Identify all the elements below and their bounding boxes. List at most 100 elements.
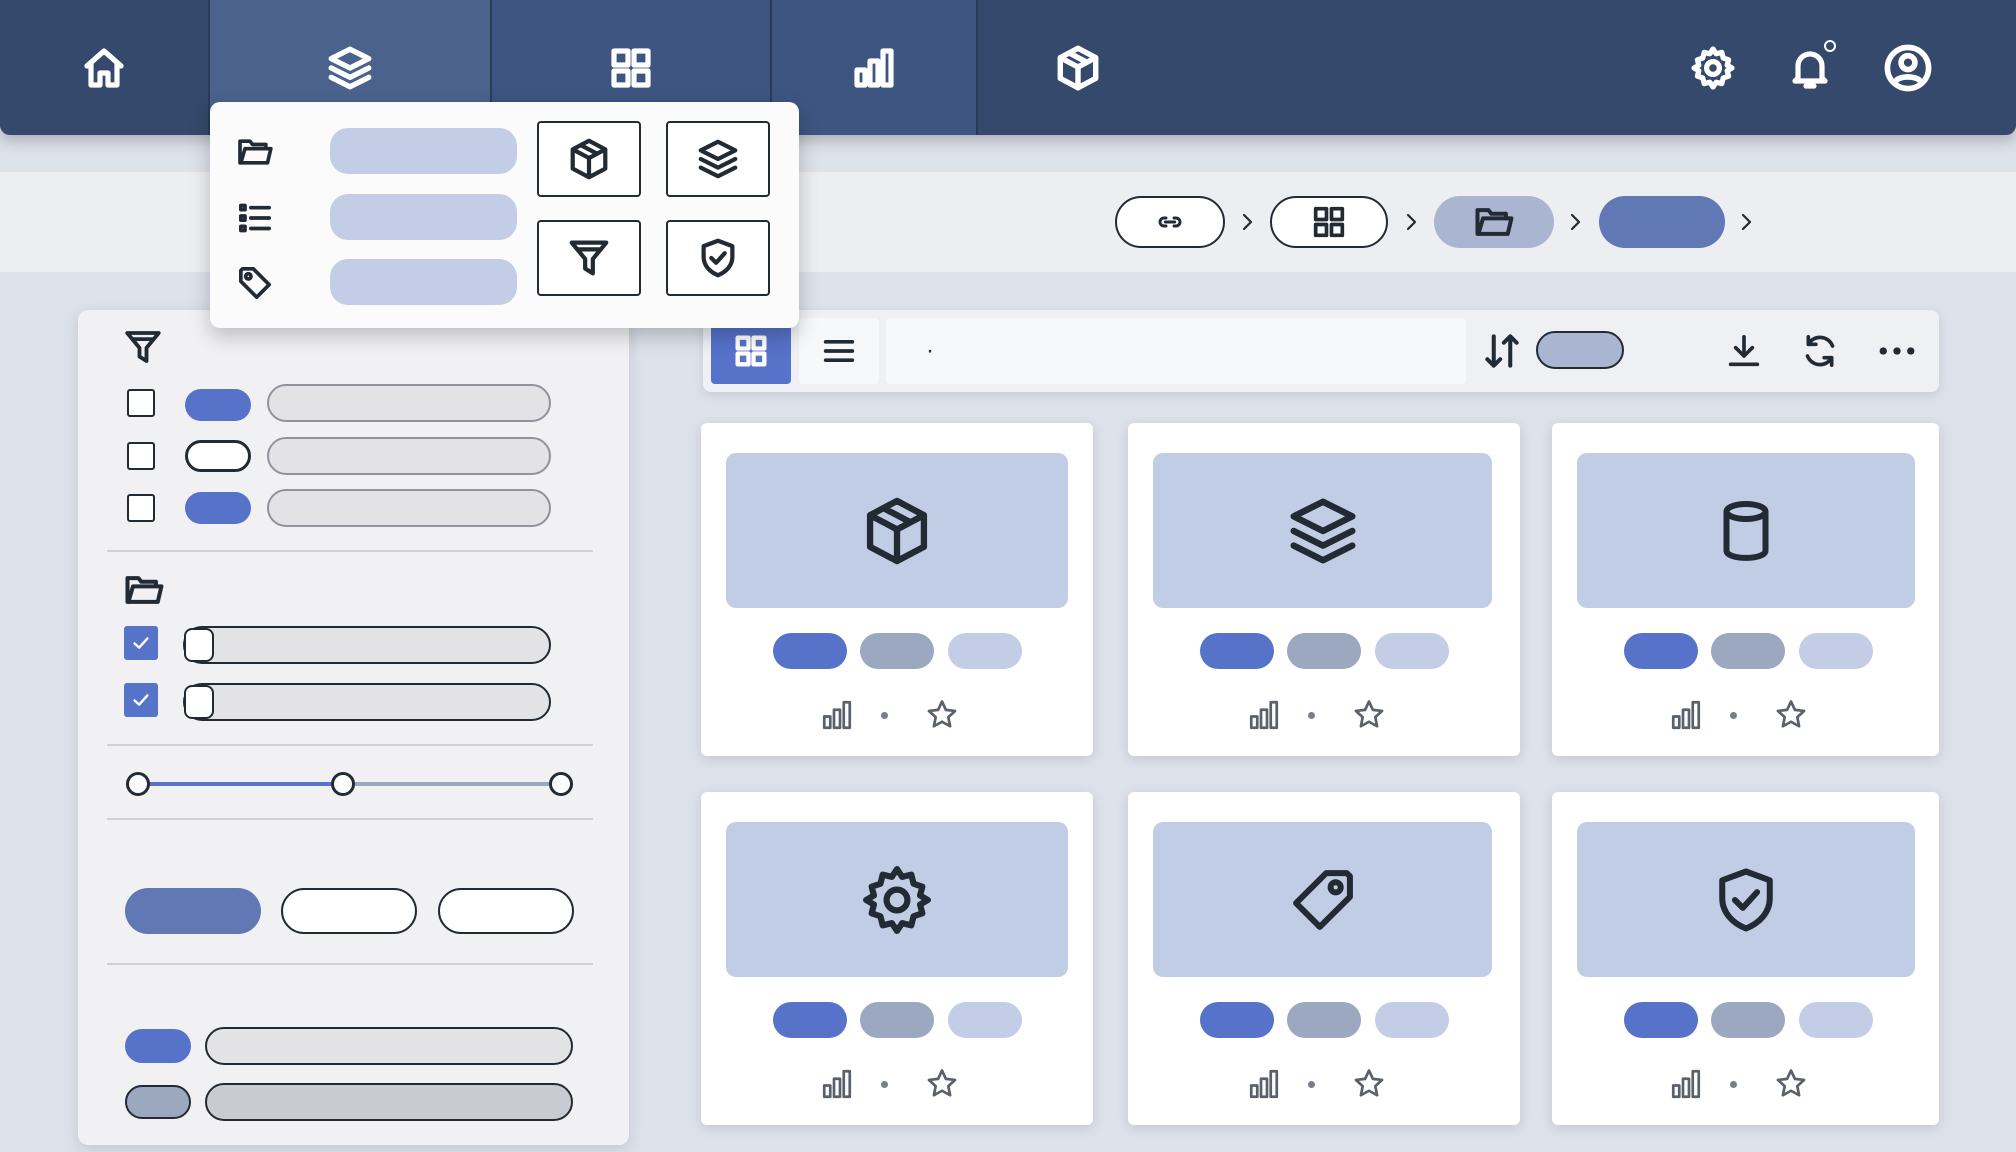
menu-item-folders[interactable] — [235, 128, 517, 176]
filter-checkbox[interactable] — [127, 389, 155, 417]
option-field[interactable] — [205, 1027, 573, 1065]
card-tag[interactable] — [860, 633, 934, 669]
list-view-button[interactable] — [799, 318, 879, 384]
item-card[interactable] — [1552, 792, 1939, 1125]
card-tag[interactable] — [1624, 1002, 1698, 1038]
filter-field[interactable] — [267, 437, 551, 475]
star-icon[interactable] — [1773, 697, 1809, 733]
card-tag[interactable] — [773, 1002, 847, 1038]
range-handle[interactable] — [184, 628, 214, 662]
card-tag[interactable] — [860, 1002, 934, 1038]
home-icon — [84, 47, 124, 88]
menu-tile-layers[interactable] — [666, 121, 770, 197]
star-icon[interactable] — [1351, 1066, 1387, 1102]
slider-value-knob[interactable] — [331, 772, 355, 796]
star-icon[interactable] — [924, 697, 960, 733]
menu-tile-package[interactable] — [537, 121, 641, 197]
card-thumbnail — [726, 822, 1068, 977]
star-icon[interactable] — [924, 1066, 960, 1102]
card-tag[interactable] — [948, 633, 1022, 669]
search-field[interactable] — [886, 318, 1466, 384]
filter-checkbox[interactable] — [127, 442, 155, 470]
slider-max-knob[interactable] — [549, 772, 573, 796]
notifications-button[interactable] — [1780, 0, 1840, 135]
search-input[interactable] — [886, 318, 1466, 384]
shield-check-icon — [1719, 867, 1773, 932]
more-button[interactable] — [1864, 318, 1930, 384]
filter-checkbox-checked[interactable] — [124, 683, 158, 717]
card-tag[interactable] — [773, 633, 847, 669]
menu-item-list[interactable] — [235, 194, 517, 242]
bar-chart-icon — [822, 700, 852, 730]
card-tag[interactable] — [1200, 1002, 1274, 1038]
option-field[interactable] — [205, 1083, 573, 1121]
breadcrumb-item-grid[interactable] — [1270, 196, 1388, 248]
slider-min-knob[interactable] — [126, 772, 150, 796]
item-card[interactable] — [701, 792, 1093, 1125]
menu-tile-filter[interactable] — [537, 220, 641, 296]
refresh-button[interactable] — [1789, 318, 1851, 384]
tag-icon — [1292, 869, 1353, 930]
sort-selector[interactable] — [1536, 331, 1624, 369]
segment-button-selected[interactable] — [125, 888, 261, 934]
option-chip[interactable] — [125, 1029, 191, 1063]
segment-button[interactable] — [281, 888, 417, 934]
item-card[interactable] — [1128, 423, 1520, 756]
card-tag[interactable] — [1375, 633, 1449, 669]
card-tag[interactable] — [948, 1002, 1022, 1038]
divider — [107, 744, 593, 746]
filter-checkbox[interactable] — [127, 494, 155, 522]
sort-icon — [1485, 334, 1519, 368]
card-meta — [819, 1066, 960, 1102]
menu-lines-icon — [823, 340, 855, 362]
settings-button[interactable] — [1683, 0, 1743, 135]
card-tag[interactable] — [1711, 1002, 1785, 1038]
card-meta — [1668, 1066, 1809, 1102]
card-meta — [1246, 697, 1387, 733]
folder-icon — [125, 576, 164, 604]
nav-tab-analytics[interactable] — [772, 0, 978, 135]
profile-button[interactable] — [1878, 0, 1938, 135]
breadcrumb-item-link[interactable] — [1115, 196, 1225, 248]
option-chip[interactable] — [125, 1085, 191, 1119]
breadcrumb-item-folder[interactable] — [1434, 196, 1554, 248]
segment-button[interactable] — [438, 888, 574, 934]
menu-tile-security[interactable] — [666, 220, 770, 296]
download-button[interactable] — [1713, 318, 1775, 384]
gear-icon — [1691, 45, 1735, 90]
item-card[interactable] — [1128, 792, 1520, 1125]
range-field[interactable] — [183, 626, 551, 664]
card-tag[interactable] — [1287, 1002, 1361, 1038]
sort-button[interactable] — [1471, 318, 1533, 384]
card-tag[interactable] — [1799, 633, 1873, 669]
divider — [107, 550, 593, 552]
star-icon[interactable] — [1773, 1066, 1809, 1102]
range-field[interactable] — [183, 683, 551, 721]
menu-item-tags[interactable] — [235, 259, 517, 307]
item-card[interactable] — [701, 423, 1093, 756]
filter-field[interactable] — [267, 384, 551, 422]
card-tag[interactable] — [1799, 1002, 1873, 1038]
card-tag[interactable] — [1711, 633, 1785, 669]
filter-field[interactable] — [267, 489, 551, 527]
range-handle[interactable] — [184, 685, 214, 719]
card-thumbnail — [1577, 822, 1915, 977]
filter-chip[interactable] — [185, 440, 251, 472]
card-tag[interactable] — [1375, 1002, 1449, 1038]
nav-tab-packages[interactable] — [978, 0, 1178, 135]
star-icon[interactable] — [1351, 697, 1387, 733]
divider — [107, 818, 593, 820]
package-icon — [866, 497, 928, 564]
shield-check-icon — [701, 238, 735, 278]
meta-separator — [881, 1080, 888, 1088]
item-card[interactable] — [1552, 423, 1939, 756]
filter-chip[interactable] — [185, 389, 251, 421]
filter-checkbox-checked[interactable] — [124, 626, 158, 660]
breadcrumb-item-current[interactable] — [1599, 196, 1725, 248]
card-tag[interactable] — [1624, 633, 1698, 669]
card-tag[interactable] — [1200, 633, 1274, 669]
nav-tab-home[interactable] — [0, 0, 210, 135]
chevron-right-icon — [1406, 213, 1417, 231]
card-tag[interactable] — [1287, 633, 1361, 669]
filter-chip[interactable] — [185, 492, 251, 524]
